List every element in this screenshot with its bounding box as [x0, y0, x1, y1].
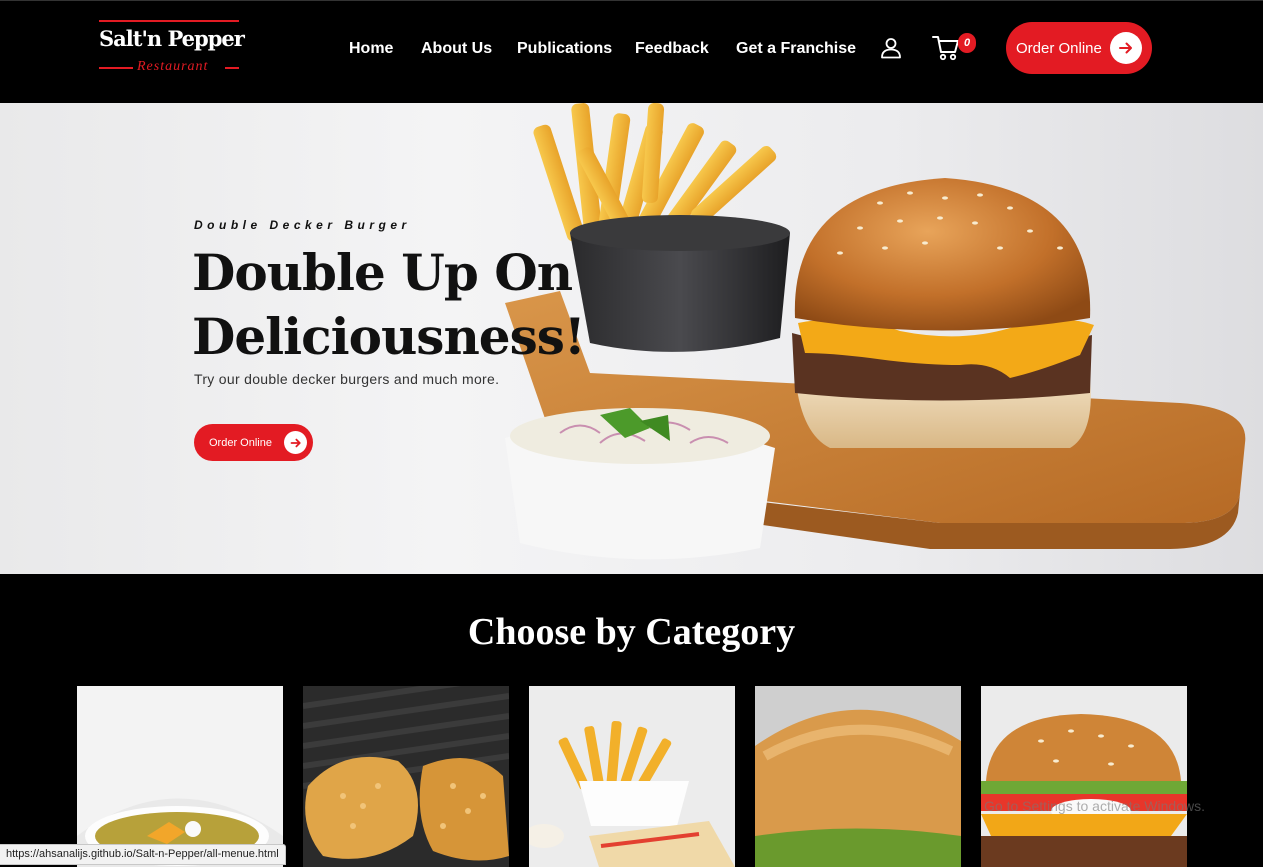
nav-publications[interactable]: Publications: [517, 38, 612, 60]
category-card-bun[interactable]: [755, 686, 961, 867]
site-header: Salt'n Pepper Restaurant Home About Us P…: [0, 0, 1263, 103]
category-card-burger[interactable]: [981, 686, 1187, 867]
hero-order-online-button[interactable]: Order Online: [194, 424, 313, 461]
hero-title-line: Double Up On: [192, 243, 573, 302]
category-card-fries[interactable]: [529, 686, 735, 867]
fries-and-sandwich-image: [529, 686, 735, 867]
user-icon[interactable]: [880, 37, 902, 59]
burger-image: [981, 686, 1187, 867]
hero-eyebrow: Double Decker Burger: [194, 218, 411, 232]
arrow-right-icon: [284, 431, 307, 454]
browser-status-url: https://ahsanalijs.github.io/Salt-n-Pepp…: [0, 844, 286, 865]
category-card-soup[interactable]: [77, 686, 283, 867]
brand-subtitle: Restaurant: [137, 59, 209, 74]
hero-title-line: Deliciousness!: [192, 307, 586, 366]
hero-title: Double Up On Deliciousness!: [192, 241, 612, 369]
soup-image: [77, 686, 283, 867]
cart-count-badge: 0: [958, 33, 976, 53]
brand-name: Salt'n Pepper: [99, 26, 245, 51]
nav-get-a-franchise[interactable]: Get a Franchise: [736, 38, 856, 60]
logo-bar: [99, 67, 133, 69]
nav-home[interactable]: Home: [349, 38, 393, 60]
nav-feedback[interactable]: Feedback: [635, 38, 709, 60]
bun-image: [755, 686, 961, 867]
order-online-button[interactable]: Order Online: [1006, 22, 1152, 74]
category-card-fried-chicken[interactable]: [303, 686, 509, 867]
hero-banner: Double Decker Burger Double Up On Delici…: [0, 103, 1263, 574]
category-section-title: Choose by Category: [467, 611, 796, 653]
order-online-label: Order Online: [1016, 39, 1102, 57]
arrow-right-icon: [1110, 32, 1142, 64]
nav-about-us[interactable]: About Us: [421, 38, 492, 60]
logo-bar: [225, 67, 239, 69]
fried-chicken-image: [303, 686, 509, 867]
logo-bar: [99, 20, 239, 22]
brand-logo[interactable]: Salt'n Pepper Restaurant: [99, 20, 245, 76]
hero-food-image: [505, 103, 1246, 560]
hero-subtitle: Try our double decker burgers and much m…: [194, 371, 500, 387]
hero-order-online-label: Order Online: [209, 436, 272, 449]
windows-activation-watermark: Go to Settings to activate Windows.: [984, 798, 1205, 814]
